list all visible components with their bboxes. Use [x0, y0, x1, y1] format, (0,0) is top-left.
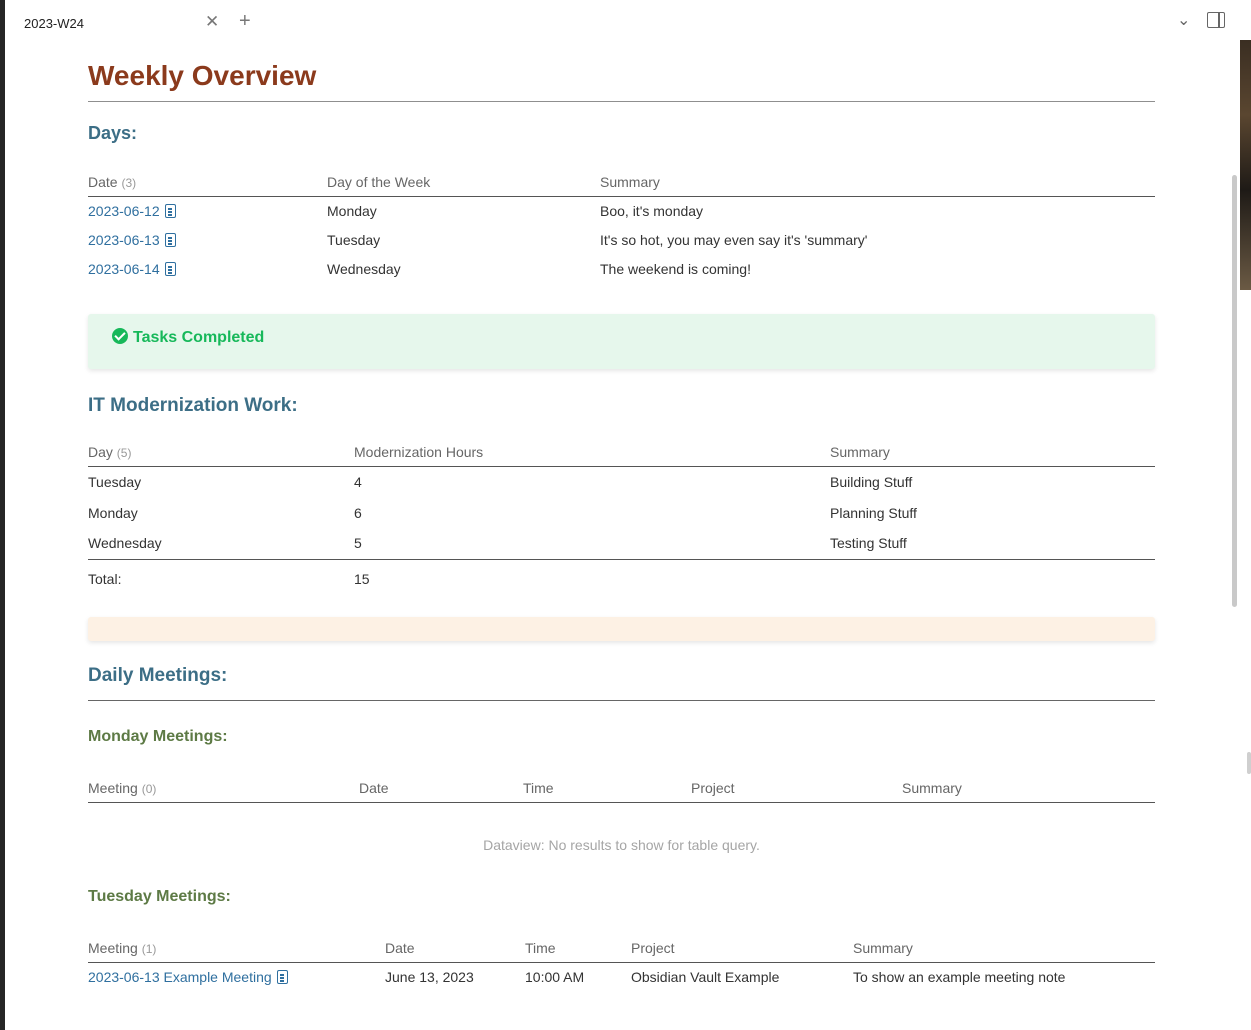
day-cell: Tuesday	[88, 473, 142, 490]
total-label: Total:	[88, 558, 354, 599]
summary-cell: Boo, it's monday	[600, 203, 704, 220]
summary-cell: It's so hot, you may even say it's 'summ…	[600, 232, 868, 248]
column-header-summary[interactable]: Summary	[830, 443, 1155, 467]
column-header-summary[interactable]: Summary	[600, 174, 1155, 197]
date-cell: June 13, 2023	[385, 969, 474, 986]
column-header-date[interactable]: Date (3)	[88, 174, 327, 197]
column-header-summary[interactable]: Summary	[902, 780, 1155, 803]
summary-cell: The weekend is coming!	[600, 261, 751, 277]
column-header-meeting[interactable]: Meeting (1)	[88, 940, 385, 963]
column-header-time[interactable]: Time	[523, 780, 691, 803]
total-value: 15	[354, 558, 830, 599]
divider	[88, 101, 1155, 102]
date-link[interactable]: 2023-06-14	[88, 261, 160, 277]
meeting-link[interactable]: 2023-06-13 Example Meeting	[88, 969, 272, 985]
column-header-meeting[interactable]: Meeting (0)	[88, 780, 359, 803]
table-row: Wednesday 5 Testing Stuff	[88, 528, 1155, 559]
table-row: Tuesday 4 Building Stuff	[88, 466, 1155, 497]
result-count: (0)	[141, 782, 157, 796]
summary-cell: Building Stuff	[830, 473, 913, 490]
monday-meetings-heading: Monday Meetings:	[88, 728, 228, 745]
note-content: Weekly Overview Days: Date (3) Day of th…	[88, 56, 1155, 992]
table-row: 2023-06-12 Monday Boo, it's monday	[88, 197, 1155, 226]
project-cell: Obsidian Vault Example	[631, 969, 780, 986]
note-icon[interactable]	[276, 970, 288, 985]
check-circle-icon	[112, 327, 128, 344]
it-modernization-table: Day (5) Modernization Hours Summary Tues…	[88, 443, 1155, 599]
date-link[interactable]: 2023-06-12	[88, 203, 160, 219]
background-image-strip	[1240, 40, 1251, 290]
day-cell: Wednesday	[88, 535, 162, 552]
table-row: 2023-06-13 Example Meeting June 13, 2023…	[88, 963, 1155, 992]
column-header-date[interactable]: Date	[359, 780, 523, 803]
total-row: Total: 15	[88, 558, 1155, 599]
tasks-completed-callout[interactable]: Tasks Completed	[88, 313, 1155, 369]
column-header-day[interactable]: Day (5)	[88, 443, 354, 467]
column-header-date[interactable]: Date	[385, 940, 525, 963]
hours-cell: 4	[354, 473, 362, 490]
table-row: 2023-06-14 Wednesday The weekend is comi…	[88, 255, 1155, 284]
day-cell: Monday	[327, 203, 377, 220]
chevron-down-icon[interactable]: ⌄	[1177, 10, 1190, 30]
monday-meetings-table: Meeting (0) Date Time Project Summary	[88, 780, 1155, 803]
tab-title: 2023-W24	[24, 16, 84, 31]
result-count: (5)	[116, 445, 132, 460]
column-header-hours[interactable]: Modernization Hours	[354, 443, 830, 467]
sidebar-toggle-icon[interactable]	[1207, 12, 1225, 28]
hours-cell: 6	[354, 504, 362, 521]
column-header-project[interactable]: Project	[691, 780, 902, 803]
divider	[88, 700, 1155, 701]
table-row: 2023-06-13 Tuesday It's so hot, you may …	[88, 226, 1155, 255]
day-cell: Tuesday	[327, 232, 381, 248]
daily-meetings-heading: Daily Meetings:	[88, 665, 228, 686]
table-row: Monday 6 Planning Stuff	[88, 497, 1155, 528]
empty-callout[interactable]	[88, 617, 1155, 641]
right-panel-handle[interactable]	[1247, 752, 1251, 774]
note-icon[interactable]	[164, 233, 176, 247]
callout-title: Tasks Completed	[112, 327, 264, 347]
summary-cell: Testing Stuff	[830, 535, 907, 552]
days-heading: Days:	[88, 123, 138, 143]
summary-cell: Planning Stuff	[830, 504, 917, 521]
close-icon[interactable]: ✕	[205, 12, 219, 32]
column-header-time[interactable]: Time	[525, 940, 631, 963]
date-link[interactable]: 2023-06-13	[88, 232, 160, 248]
scrollbar[interactable]	[1232, 175, 1237, 607]
column-header-project[interactable]: Project	[631, 940, 853, 963]
window-left-edge	[0, 0, 5, 1030]
result-count: (3)	[121, 176, 137, 190]
tab-bar: 2023-W24 ✕ + ⌄	[5, 0, 1239, 42]
column-header-day[interactable]: Day of the Week	[327, 174, 600, 197]
days-table: Date (3) Day of the Week Summary 2023-06…	[88, 174, 1155, 284]
tuesday-meetings-table: Meeting (1) Date Time Project Summary 20…	[88, 940, 1155, 992]
it-modernization-heading: IT Modernization Work:	[88, 394, 298, 416]
day-cell: Monday	[88, 504, 138, 521]
no-results-message: Dataview: No results to show for table q…	[483, 837, 760, 853]
page-title: Weekly Overview	[88, 60, 317, 91]
result-count: (1)	[141, 942, 157, 956]
tuesday-meetings-heading: Tuesday Meetings:	[88, 888, 231, 905]
tab-2023-w24[interactable]: 2023-W24 ✕ +	[19, 10, 251, 36]
note-icon[interactable]	[164, 262, 176, 276]
time-cell: 10:00 AM	[525, 969, 585, 986]
column-header-summary[interactable]: Summary	[853, 940, 1155, 963]
hours-cell: 5	[354, 535, 362, 552]
day-cell: Wednesday	[327, 261, 401, 277]
plus-icon[interactable]: +	[239, 10, 251, 33]
summary-cell: To show an example meeting note	[853, 969, 1066, 986]
note-icon[interactable]	[164, 204, 176, 219]
